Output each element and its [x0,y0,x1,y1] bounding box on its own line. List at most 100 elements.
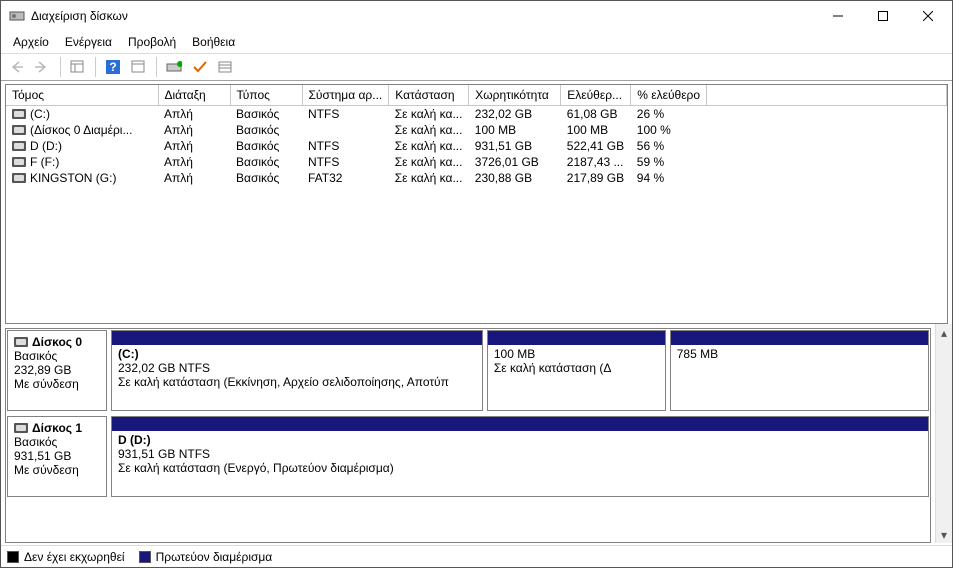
volume-icon [12,109,26,119]
separator [95,57,96,77]
partition-heading: (C:) [118,347,476,361]
cell-fs [302,122,389,138]
volume-name: (Δίσκος 0 Διαμέρι... [30,123,132,137]
partition-size: 100 MB [494,347,659,361]
table-header-row: Τόμος Διάταξη Τύπος Σύστημα αρ... Κατάστ… [6,85,947,106]
volume-icon [12,141,26,151]
back-button[interactable] [5,56,29,78]
cell-fs: NTFS [302,106,389,123]
settings-button[interactable] [127,56,151,78]
window-title: Διαχείριση δίσκων [31,9,815,23]
check-button[interactable] [188,56,212,78]
table-row[interactable]: KINGSTON (G:)ΑπλήΒασικόςFAT32Σε καλή κα.… [6,170,947,186]
partition-stripe [671,331,928,345]
partition-size: 931,51 GB NTFS [118,447,922,461]
disk-state: Με σύνδεση [14,377,100,391]
volume-icon [12,157,26,167]
legend-bar: Δεν έχει εκχωρηθεί Πρωτεύον διαμέρισμα [1,545,952,567]
disk-row: Δίσκος 0Βασικός232,89 GBΜε σύνδεση(C:)23… [7,330,929,412]
cell-layout: Απλή [158,122,230,138]
separator [156,57,157,77]
partition-stripe [112,331,482,345]
disk-title: Δίσκος 1 [32,421,82,435]
maximize-button[interactable] [860,2,905,30]
col-spacer [707,85,947,106]
minimize-button[interactable] [815,2,860,30]
cell-free: 217,89 GB [561,170,631,186]
legend-unallocated-label: Δεν έχει εκχωρηθεί [24,550,125,564]
close-button[interactable] [905,2,950,30]
cell-free: 61,08 GB [561,106,631,123]
col-volume[interactable]: Τόμος [6,85,158,106]
partition-box[interactable]: 785 MB [670,330,929,411]
table-row[interactable]: D (D:)ΑπλήΒασικόςNTFSΣε καλή κα...931,51… [6,138,947,154]
menubar: Αρχείο Ενέργεια Προβολή Βοήθεια [1,31,952,53]
disk-size: 232,89 GB [14,363,100,377]
col-type[interactable]: Τύπος [230,85,302,106]
cell-cap: 3726,01 GB [469,154,561,170]
cell-fs: NTFS [302,138,389,154]
disk-icon [14,423,28,433]
cell-free: 522,41 GB [561,138,631,154]
partition-size: 232,02 GB NTFS [118,361,476,375]
cell-free: 2187,43 ... [561,154,631,170]
col-free[interactable]: Ελεύθερ... [561,85,631,106]
disk-row: Δίσκος 1Βασικός931,51 GBΜε σύνδεσηD (D:)… [7,416,929,498]
partition-box[interactable]: D (D:)931,51 GB NTFSΣε καλή κατάσταση (Ε… [111,416,929,497]
col-capacity[interactable]: Χωρητικότητα [469,85,561,106]
list-button[interactable] [214,56,238,78]
volume-name: KINGSTON (G:) [30,171,116,185]
partition-size: 785 MB [677,347,922,361]
volume-name: F (F:) [30,155,59,169]
swatch-primary-icon [139,551,151,563]
cell-cap: 931,51 GB [469,138,561,154]
menu-help[interactable]: Βοήθεια [184,32,243,52]
forward-button[interactable] [31,56,55,78]
cell-layout: Απλή [158,170,230,186]
menu-file[interactable]: Αρχείο [5,32,57,52]
disk-size: 931,51 GB [14,449,100,463]
help-button[interactable]: ? [101,56,125,78]
partition-box[interactable]: (C:)232,02 GB NTFSΣε καλή κατάσταση (Εκκ… [111,330,483,411]
table-row[interactable]: (C:)ΑπλήΒασικόςNTFSΣε καλή κα...232,02 G… [6,106,947,123]
refresh-button[interactable] [162,56,186,78]
cell-status: Σε καλή κα... [389,154,469,170]
table-row[interactable]: F (F:)ΑπλήΒασικόςNTFSΣε καλή κα...3726,0… [6,154,947,170]
menu-view[interactable]: Προβολή [120,32,184,52]
disk-icon [14,337,28,347]
cell-cap: 100 MB [469,122,561,138]
col-fs[interactable]: Σύστημα αρ... [302,85,389,106]
scroll-track[interactable] [936,341,952,526]
partition-status: Σε καλή κατάσταση (Ενεργό, Πρωτεύον διαμ… [118,461,922,475]
svg-text:?: ? [109,60,116,74]
col-status[interactable]: Κατάσταση [389,85,469,106]
cell-type: Βασικός [230,138,302,154]
swatch-unallocated-icon [7,551,19,563]
cell-pct: 94 % [631,170,707,186]
cell-pct: 59 % [631,154,707,170]
app-icon [9,8,25,24]
partition-stripe [112,417,928,431]
col-layout[interactable]: Διάταξη [158,85,230,106]
disk-label-box[interactable]: Δίσκος 0Βασικός232,89 GBΜε σύνδεση [7,330,107,411]
cell-pct: 56 % [631,138,707,154]
disk-label-box[interactable]: Δίσκος 1Βασικός931,51 GBΜε σύνδεση [7,416,107,497]
view-button[interactable] [66,56,90,78]
cell-type: Βασικός [230,106,302,123]
cell-cap: 232,02 GB [469,106,561,123]
scrollbar[interactable]: ▴ ▾ [935,324,952,543]
menu-action[interactable]: Ενέργεια [57,32,120,52]
partition-box[interactable]: 100 MBΣε καλή κατάσταση (Δ [487,330,666,411]
volume-name: (C:) [30,107,50,121]
scroll-up-button[interactable]: ▴ [936,324,952,341]
cell-free: 100 MB [561,122,631,138]
cell-pct: 100 % [631,122,707,138]
scroll-down-button[interactable]: ▾ [936,526,952,543]
table-row[interactable]: (Δίσκος 0 Διαμέρι...ΑπλήΒασικόςΣε καλή κ… [6,122,947,138]
volume-table[interactable]: Τόμος Διάταξη Τύπος Σύστημα αρ... Κατάστ… [6,85,947,186]
volume-name: D (D:) [30,139,62,153]
partition-status: Σε καλή κατάσταση (Εκκίνηση, Αρχείο σελι… [118,375,476,389]
cell-status: Σε καλή κα... [389,138,469,154]
col-pct[interactable]: % ελεύθερο [631,85,707,106]
cell-cap: 230,88 GB [469,170,561,186]
